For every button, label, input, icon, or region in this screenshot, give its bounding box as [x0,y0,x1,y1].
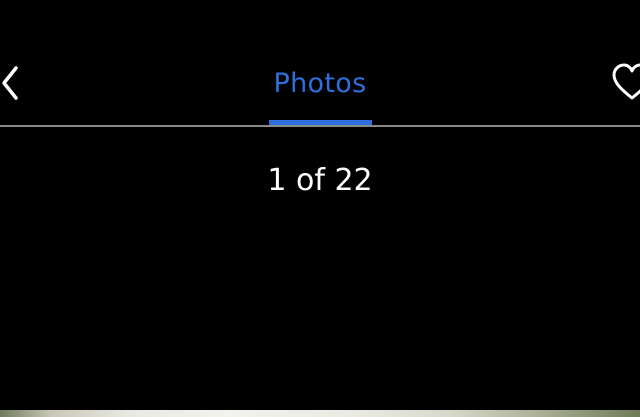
header-divider [0,125,640,127]
heart-outline-icon [612,63,640,100]
tab-photos[interactable]: Photos [240,62,400,126]
photo-counter: 1 of 22 [267,163,373,198]
tab-photos-label: Photos [273,68,367,99]
chevron-left-icon [2,66,18,100]
back-button[interactable] [0,62,28,106]
top-navigation-bar: Photos [0,0,640,126]
photo-preview[interactable] [0,410,640,417]
favorite-button[interactable] [606,60,640,106]
